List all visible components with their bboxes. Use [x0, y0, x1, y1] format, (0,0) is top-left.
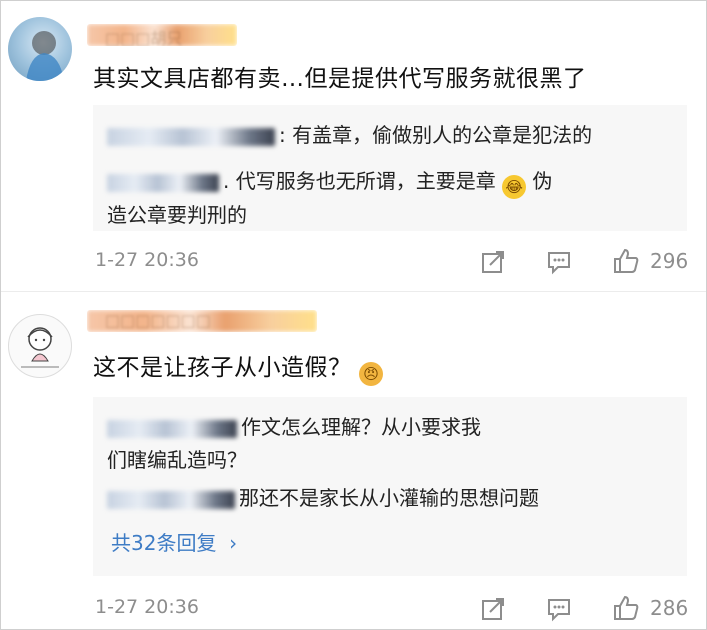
like-count: 286 [650, 596, 689, 620]
more-replies-link[interactable]: 共32条回复 › [111, 527, 237, 556]
chevron-right-icon: › [222, 531, 238, 555]
laughing-tears-emoji: 😂 [502, 175, 527, 199]
comment-icon[interactable] [546, 596, 572, 622]
reply-item: : 有盖章，偷做别人的公章是犯法的 [107, 119, 667, 152]
timestamp: 1-27 20:36 [95, 596, 199, 618]
username-blurred[interactable]: □□□胡只 [87, 24, 237, 46]
comment-icon[interactable] [546, 249, 572, 275]
comment-item: □□□□□□□ 这不是让孩子从小造假？ 😠 作文怎么理解？从小要求我 们瞎编乱造吗… [1, 291, 706, 630]
username-blurred[interactable]: □□□□□□□ [87, 310, 317, 332]
comment-text: 其实文具店都有卖…但是提供代写服务就很黑了 [93, 66, 587, 92]
avatar[interactable] [8, 314, 72, 378]
reply-box[interactable]: 作文怎么理解？从小要求我 们瞎编乱造吗？ 那还不是家长从小灌输的思想问题 共32条… [93, 397, 687, 576]
thumbs-up-icon[interactable] [612, 594, 640, 622]
timestamp: 1-27 20:36 [95, 249, 199, 271]
reply-text-wrap: 造公章要判刑的 [107, 203, 247, 227]
reply-text-continued: 伪 [526, 169, 553, 193]
comment-text: 这不是让孩子从小造假？ 😠 [93, 348, 384, 386]
thumbs-up-icon[interactable] [612, 247, 640, 275]
reply-item: 作文怎么理解？从小要求我 们瞎编乱造吗？ [107, 415, 481, 472]
avatar-image [21, 327, 59, 368]
reply-item: . 代写服务也无所谓，主要是章 😂 伪 造公章要判刑的 [107, 165, 667, 232]
reply-text: : 有盖章，偷做别人的公章是犯法的 [279, 123, 593, 147]
reply-text: 那还不是家长从小灌输的思想问题 [239, 486, 539, 510]
reply-text: . 代写服务也无所谓，主要是章 [223, 169, 496, 193]
reply-item: 那还不是家长从小灌输的思想问题 [107, 482, 667, 515]
reply-box[interactable]: : 有盖章，偷做别人的公章是犯法的 . 代写服务也无所谓，主要是章 😂 伪 造公… [93, 105, 687, 231]
reply-username-blurred[interactable] [107, 127, 275, 146]
share-icon[interactable] [480, 249, 506, 275]
reply-username-blurred[interactable] [107, 490, 235, 509]
like-count: 296 [650, 249, 689, 273]
reply-username-blurred[interactable] [107, 419, 237, 438]
share-icon[interactable] [480, 596, 506, 622]
angry-emoji: 😠 [359, 362, 384, 386]
reply-username-blurred[interactable] [107, 173, 219, 192]
avatar[interactable] [8, 17, 72, 81]
comment-item: □□□胡只 其实文具店都有卖…但是提供代写服务就很黑了 : 有盖章，偷做别人的公… [1, 1, 706, 291]
avatar-image [26, 31, 64, 81]
